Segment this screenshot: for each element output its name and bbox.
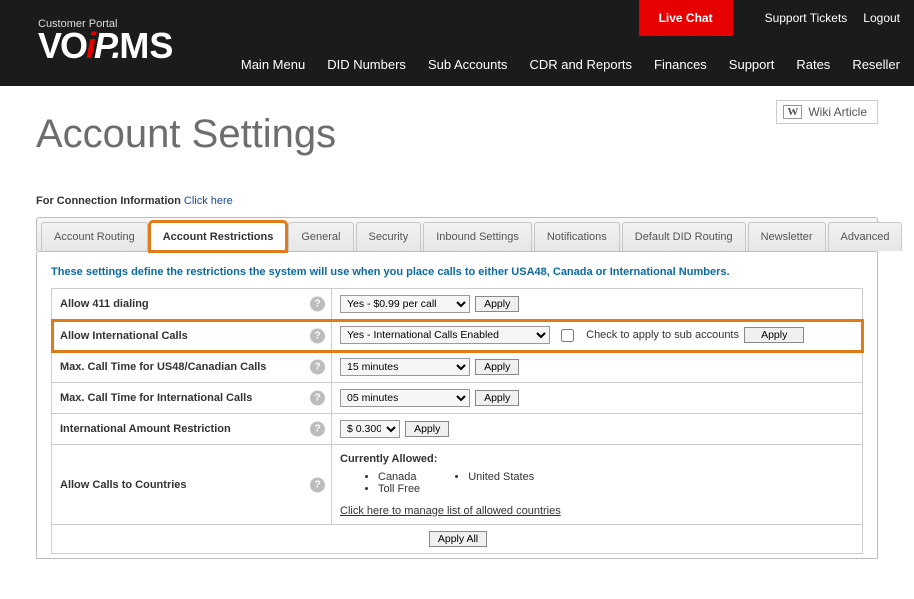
live-chat-button[interactable]: Live Chat bbox=[639, 0, 733, 36]
row-allow-411: Allow 411 dialing ? Yes - $0.99 per call… bbox=[52, 289, 863, 320]
nav-sub-accounts[interactable]: Sub Accounts bbox=[428, 57, 508, 72]
country-item: Toll Free bbox=[378, 483, 420, 495]
settings-table: Allow 411 dialing ? Yes - $0.99 per call… bbox=[51, 288, 863, 554]
tab-newsletter[interactable]: Newsletter bbox=[748, 222, 826, 251]
nav-reseller[interactable]: Reseller bbox=[852, 57, 900, 72]
brand: Customer Portal VOiP.MS bbox=[38, 18, 173, 64]
nav-rates[interactable]: Rates bbox=[796, 57, 830, 72]
row-allow-international: Allow International Calls ? Yes - Intern… bbox=[52, 320, 863, 352]
country-item: Canada bbox=[378, 471, 420, 483]
label-intl-amount: International Amount Restriction bbox=[60, 423, 231, 435]
select-intl-amount[interactable]: $ 0.300 bbox=[340, 420, 400, 438]
apply-intl-amount[interactable]: Apply bbox=[405, 421, 449, 437]
apply-max-us48[interactable]: Apply bbox=[475, 359, 519, 375]
countries-heading: Currently Allowed: bbox=[340, 453, 437, 465]
help-icon[interactable]: ? bbox=[310, 360, 325, 375]
tab-account-restrictions[interactable]: Account Restrictions bbox=[150, 222, 287, 251]
help-icon[interactable]: ? bbox=[310, 422, 325, 437]
page-title: Account Settings bbox=[36, 112, 878, 157]
tabs: Account Routing Account Restrictions Gen… bbox=[36, 217, 878, 252]
label-max-intl: Max. Call Time for International Calls bbox=[60, 392, 252, 404]
select-allow-411[interactable]: Yes - $0.99 per call bbox=[340, 295, 470, 313]
label-allow-international: Allow International Calls bbox=[60, 330, 188, 342]
nav-support[interactable]: Support bbox=[729, 57, 775, 72]
logo[interactable]: VOiP.MS bbox=[38, 28, 173, 64]
wiki-label: Wiki Article bbox=[808, 105, 867, 119]
select-max-intl[interactable]: 05 minutes bbox=[340, 389, 470, 407]
wiki-icon: W bbox=[783, 105, 802, 119]
select-allow-international[interactable]: Yes - International Calls Enabled bbox=[340, 326, 550, 344]
row-apply-all: Apply All bbox=[52, 525, 863, 554]
help-icon[interactable]: ? bbox=[310, 477, 325, 492]
support-tickets-link[interactable]: Support Tickets bbox=[765, 11, 848, 25]
logout-link[interactable]: Logout bbox=[863, 11, 900, 25]
row-max-intl: Max. Call Time for International Calls ?… bbox=[52, 383, 863, 414]
tab-security[interactable]: Security bbox=[356, 222, 422, 251]
connection-info-link[interactable]: Click here bbox=[184, 195, 233, 207]
tab-general[interactable]: General bbox=[288, 222, 353, 251]
help-icon[interactable]: ? bbox=[310, 391, 325, 406]
checkbox-label-sub-accounts: Check to apply to sub accounts bbox=[586, 329, 739, 341]
country-list-2: United States bbox=[450, 471, 534, 495]
nav-did-numbers[interactable]: DID Numbers bbox=[327, 57, 406, 72]
connection-info-text: For Connection Information Click here bbox=[36, 195, 878, 207]
apply-all-button[interactable]: Apply All bbox=[429, 531, 487, 547]
checkbox-apply-sub-accounts[interactable] bbox=[561, 329, 574, 342]
label-allow-411: Allow 411 dialing bbox=[60, 298, 149, 310]
manage-countries-link[interactable]: Click here to manage list of allowed cou… bbox=[340, 505, 854, 517]
country-item: United States bbox=[468, 471, 534, 483]
help-icon[interactable]: ? bbox=[310, 328, 325, 343]
intro-text: These settings define the restrictions t… bbox=[51, 266, 863, 278]
nav-main-menu[interactable]: Main Menu bbox=[241, 57, 305, 72]
nav-finances[interactable]: Finances bbox=[654, 57, 707, 72]
nav-cdr-reports[interactable]: CDR and Reports bbox=[529, 57, 632, 72]
row-max-us48: Max. Call Time for US48/Canadian Calls ?… bbox=[52, 352, 863, 383]
country-list-1: Canada Toll Free bbox=[360, 471, 420, 495]
tab-account-routing[interactable]: Account Routing bbox=[41, 222, 148, 251]
help-icon[interactable]: ? bbox=[310, 297, 325, 312]
main-nav: Main Menu DID Numbers Sub Accounts CDR a… bbox=[219, 57, 900, 72]
apply-allow-international[interactable]: Apply bbox=[744, 327, 804, 343]
label-allow-countries: Allow Calls to Countries bbox=[60, 479, 187, 491]
wiki-article-button[interactable]: W Wiki Article bbox=[776, 100, 878, 124]
row-allow-countries: Allow Calls to Countries ? Currently All… bbox=[52, 445, 863, 525]
row-intl-amount: International Amount Restriction ? $ 0.3… bbox=[52, 414, 863, 445]
tab-inbound-settings[interactable]: Inbound Settings bbox=[423, 222, 532, 251]
label-max-us48: Max. Call Time for US48/Canadian Calls bbox=[60, 361, 266, 373]
tab-default-did-routing[interactable]: Default DID Routing bbox=[622, 222, 746, 251]
apply-allow-411[interactable]: Apply bbox=[475, 296, 519, 312]
select-max-us48[interactable]: 15 minutes bbox=[340, 358, 470, 376]
tab-advanced[interactable]: Advanced bbox=[828, 222, 903, 251]
apply-max-intl[interactable]: Apply bbox=[475, 390, 519, 406]
settings-panel: These settings define the restrictions t… bbox=[36, 252, 878, 559]
tab-notifications[interactable]: Notifications bbox=[534, 222, 620, 251]
